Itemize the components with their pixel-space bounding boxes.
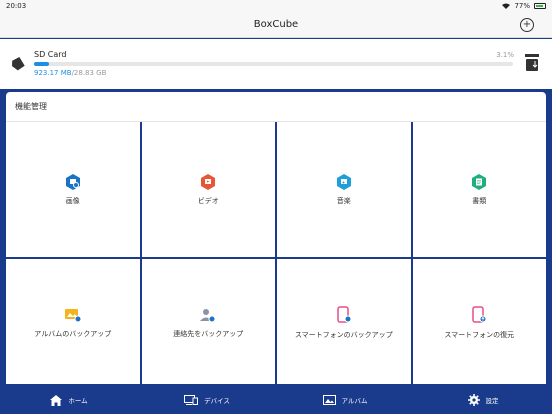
tile-label: スマートフォンの復元 bbox=[444, 330, 515, 339]
image-icon bbox=[65, 173, 80, 190]
tab-bar: ホーム デバイス アルバム 設定 bbox=[0, 386, 552, 414]
status-bar: 20:03 77% bbox=[0, 0, 552, 12]
section-title: 機能管理 bbox=[6, 92, 546, 122]
video-icon bbox=[201, 173, 216, 190]
tab-label: 設定 bbox=[485, 397, 499, 405]
devices-icon bbox=[184, 395, 199, 405]
storage-percent: 3.1% bbox=[496, 51, 514, 59]
album-icon bbox=[322, 395, 336, 405]
tab-label: デバイス bbox=[204, 397, 230, 405]
storage-name: SD Card bbox=[34, 50, 67, 59]
tile-images[interactable]: 画像 bbox=[6, 122, 140, 257]
tile-label: アルバムのバックアップ bbox=[34, 329, 112, 338]
storage-size: 923.17 MB/28.83 GB bbox=[34, 69, 106, 77]
phone-backup-icon bbox=[337, 305, 352, 323]
storage-used: 923.17 MB bbox=[34, 69, 72, 77]
tile-phone-backup[interactable]: スマートフォンのバックアップ bbox=[277, 259, 411, 384]
function-grid: 画像 ビデオ 音楽 書類 アルバムのバックアップ 連絡先をバックアップ スマート… bbox=[6, 122, 546, 384]
tab-label: アルバム bbox=[341, 397, 368, 405]
music-icon bbox=[336, 173, 351, 190]
tile-label: スマートフォンのバックアップ bbox=[294, 330, 393, 339]
tab-devices[interactable]: デバイス bbox=[138, 386, 276, 414]
tile-contacts-backup[interactable]: 連絡先をバックアップ bbox=[141, 259, 275, 384]
nav-bar: BoxCube + bbox=[0, 12, 552, 38]
tab-album[interactable]: アルバム bbox=[276, 386, 414, 414]
tile-label: 画像 bbox=[65, 196, 80, 205]
storage-total: 28.83 GB bbox=[73, 69, 107, 77]
page-title: BoxCube bbox=[253, 19, 299, 30]
phone-restore-icon bbox=[472, 305, 487, 323]
status-time: 20:03 bbox=[6, 2, 27, 10]
add-button[interactable]: + bbox=[520, 18, 534, 32]
tab-settings[interactable]: 設定 bbox=[414, 386, 552, 414]
storage-card[interactable]: SD Card 3.1% 923.17 MB/28.83 GB bbox=[0, 39, 552, 89]
storage-progress-fill bbox=[34, 62, 49, 66]
tile-video[interactable]: ビデオ bbox=[141, 122, 275, 257]
tile-label: ビデオ bbox=[197, 196, 219, 205]
plus-icon: + bbox=[522, 19, 532, 30]
storage-progress-bar bbox=[34, 62, 513, 66]
tab-label: ホーム bbox=[68, 397, 88, 405]
tile-music[interactable]: 音楽 bbox=[277, 122, 411, 257]
wifi-icon bbox=[502, 3, 511, 9]
battery-percent: 77% bbox=[514, 2, 530, 10]
sd-card-icon bbox=[12, 57, 25, 71]
document-icon bbox=[472, 173, 487, 190]
home-icon bbox=[50, 394, 63, 406]
battery-icon bbox=[534, 3, 546, 9]
tile-label: 連絡先をバックアップ bbox=[173, 329, 244, 338]
eject-icon[interactable] bbox=[524, 53, 540, 73]
tile-label: 音楽 bbox=[336, 196, 351, 205]
tile-album-backup[interactable]: アルバムのバックアップ bbox=[6, 259, 140, 384]
tile-phone-restore[interactable]: スマートフォンの復元 bbox=[412, 259, 546, 384]
tile-documents[interactable]: 書類 bbox=[412, 122, 546, 257]
tile-label: 書類 bbox=[472, 196, 487, 205]
settings-icon bbox=[467, 394, 480, 406]
tab-home[interactable]: ホーム bbox=[0, 386, 138, 414]
function-panel: 機能管理 画像 ビデオ 音楽 書類 アルバムのバックアップ 連絡先をバックアップ bbox=[6, 92, 546, 384]
contacts-backup-icon bbox=[200, 308, 216, 322]
album-backup-icon bbox=[64, 308, 82, 322]
